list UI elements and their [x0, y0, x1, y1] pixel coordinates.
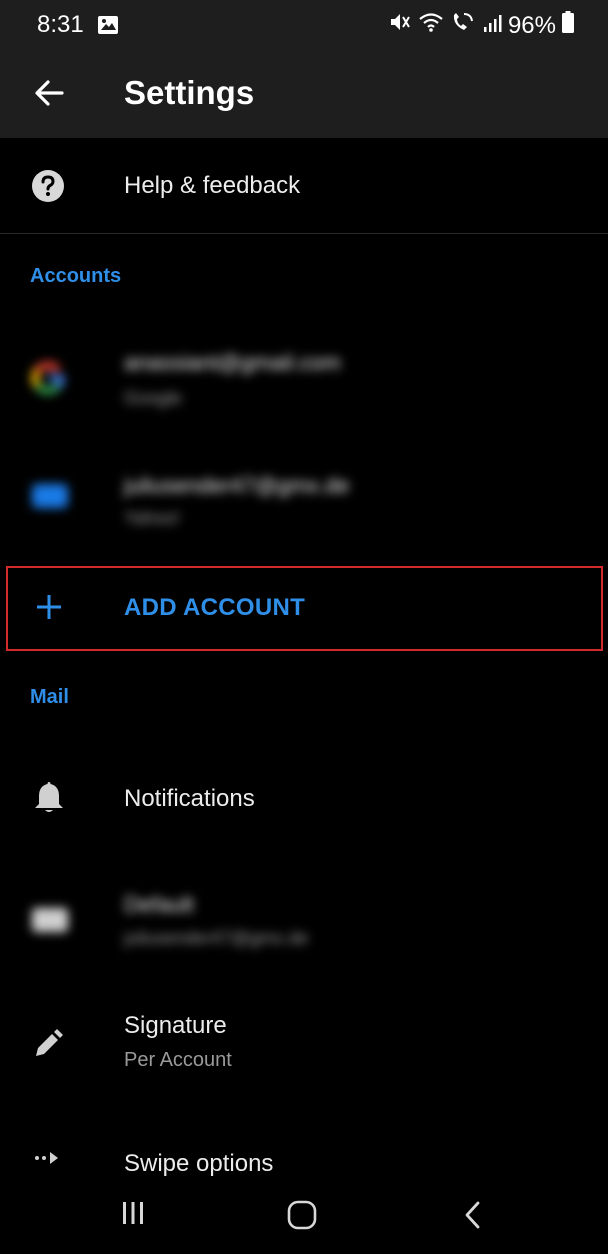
- account-email: anassiant@gmail.com: [124, 350, 341, 375]
- pen-icon: [32, 1026, 66, 1065]
- default-account-item[interactable]: Default juliusender47@gmx.de: [0, 862, 608, 977]
- battery-icon: [562, 11, 574, 40]
- navigation-bar: [0, 1178, 608, 1254]
- mail-account-icon: [30, 480, 70, 517]
- add-account-button[interactable]: ADD ACCOUNT: [0, 566, 608, 651]
- help-feedback-item[interactable]: Help & feedback: [0, 138, 608, 233]
- swipe-icon: [34, 1150, 66, 1171]
- battery-percent: 96%: [507, 11, 556, 39]
- status-time: 8:31: [37, 11, 84, 38]
- google-logo-icon: [28, 358, 68, 403]
- swipe-options-label: Swipe options: [124, 1150, 274, 1177]
- mail-section-header: Mail: [30, 686, 69, 708]
- divider: [0, 233, 608, 234]
- default-email: juliusender47@gmx.de: [124, 928, 309, 948]
- back-arrow-icon[interactable]: [32, 76, 66, 115]
- accounts-section-header: Accounts: [30, 265, 122, 287]
- notifications-item[interactable]: Notifications: [0, 742, 608, 852]
- swipe-options-item[interactable]: Swipe options: [0, 1120, 608, 1180]
- signature-label: Signature: [124, 1012, 227, 1039]
- gallery-notification-icon: [97, 14, 119, 42]
- account-item-google[interactable]: anassiant@gmail.com Google: [0, 320, 608, 435]
- account-type: Google: [124, 388, 183, 408]
- status-bar: 8:31 96%: [0, 0, 608, 50]
- recent-apps-icon[interactable]: [118, 1200, 148, 1231]
- status-right: 96%: [388, 11, 574, 40]
- back-nav-icon[interactable]: [460, 1200, 486, 1235]
- default-label: Default: [124, 892, 194, 917]
- home-icon[interactable]: [286, 1200, 318, 1235]
- wifi-calling-icon: [450, 11, 476, 40]
- app-bar: Settings: [0, 50, 608, 138]
- account-item-yahoo[interactable]: juliusender47@gmx.de Yahoo!: [0, 440, 608, 555]
- bell-icon: [33, 780, 65, 819]
- help-feedback-label: Help & feedback: [124, 172, 301, 199]
- page-title: Settings: [124, 74, 255, 111]
- default-account-icon: [30, 904, 70, 941]
- notifications-label: Notifications: [124, 785, 255, 812]
- mute-icon: [388, 11, 412, 40]
- signal-icon: [482, 12, 502, 40]
- signature-value: Per Account: [124, 1049, 232, 1071]
- help-icon: [31, 169, 65, 208]
- wifi-icon: [418, 11, 444, 40]
- account-email: juliusender47@gmx.de: [124, 473, 350, 498]
- plus-icon: [35, 593, 63, 626]
- signature-item[interactable]: Signature Per Account: [0, 990, 608, 1100]
- account-type: Yahoo!: [124, 508, 180, 528]
- add-account-label: ADD ACCOUNT: [124, 594, 306, 621]
